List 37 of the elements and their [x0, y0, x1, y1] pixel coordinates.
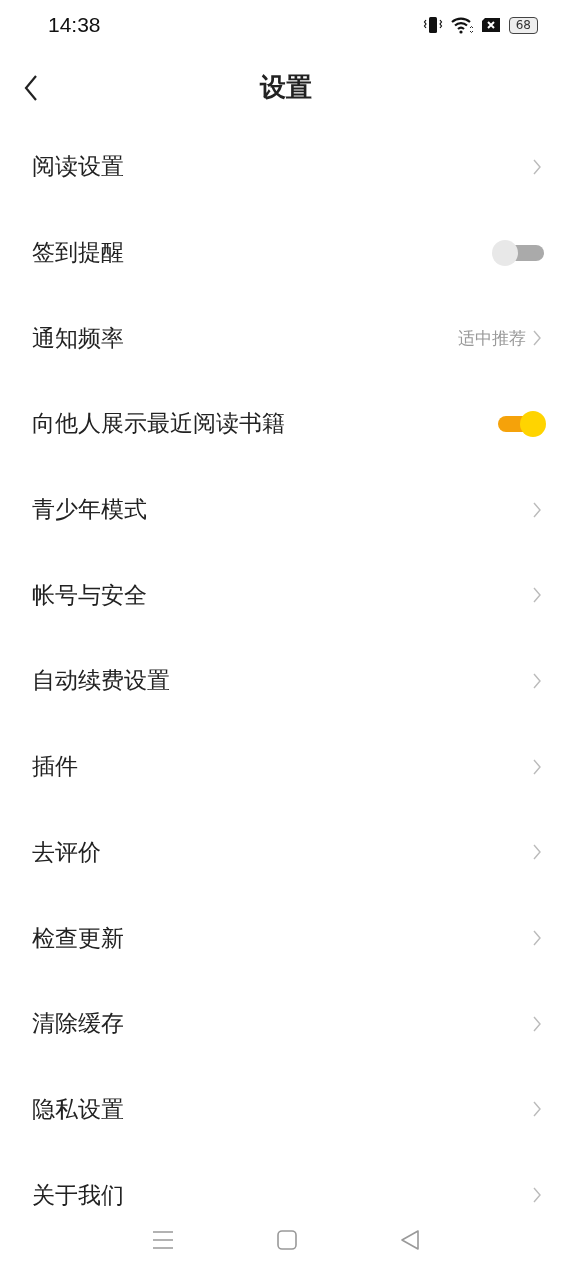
- status-time: 14:38: [48, 13, 101, 37]
- settings-label: 青少年模式: [32, 495, 147, 525]
- settings-item[interactable]: 去评价: [0, 809, 572, 896]
- settings-label: 通知频率: [32, 323, 124, 353]
- settings-item[interactable]: 自动续费设置: [0, 638, 572, 724]
- settings-item[interactable]: 青少年模式: [0, 466, 572, 553]
- settings-label: 检查更新: [32, 923, 124, 953]
- settings-label: 关于我们: [32, 1180, 124, 1210]
- settings-label: 向他人展示最近阅读书籍: [32, 409, 285, 439]
- home-icon[interactable]: [277, 1230, 297, 1250]
- menu-icon[interactable]: [151, 1230, 174, 1250]
- settings-item[interactable]: 隐私设置: [0, 1066, 572, 1153]
- settings-item[interactable]: 阅读设置: [0, 124, 572, 210]
- settings-item[interactable]: 关于我们: [0, 1152, 572, 1238]
- settings-item[interactable]: 帐号与安全: [0, 552, 572, 639]
- vibrate-icon: [422, 16, 443, 34]
- settings-item[interactable]: 签到提醒: [0, 209, 572, 296]
- battery-indicator: 68: [508, 16, 538, 34]
- settings-label: 去评价: [32, 837, 101, 867]
- settings-value: 适中推荐: [458, 326, 526, 350]
- no-sim-icon: [480, 17, 501, 33]
- settings-label: 隐私设置: [32, 1094, 124, 1124]
- settings-item[interactable]: 插件: [0, 723, 572, 810]
- settings-item[interactable]: 向他人展示最近阅读书籍: [0, 381, 572, 467]
- toggle-switch[interactable]: [492, 239, 546, 266]
- settings-item[interactable]: 通知频率 适中推荐: [0, 295, 572, 382]
- settings-label: 签到提醒: [32, 238, 124, 268]
- back-icon[interactable]: [400, 1230, 421, 1250]
- settings-label: 清除缓存: [32, 1009, 124, 1039]
- settings-label: 阅读设置: [32, 152, 124, 182]
- wifi-icon: [450, 16, 473, 34]
- settings-item[interactable]: 清除缓存: [0, 980, 572, 1067]
- settings-item[interactable]: 检查更新: [0, 895, 572, 981]
- settings-label: 帐号与安全: [32, 580, 147, 610]
- settings-label: 自动续费设置: [32, 666, 170, 696]
- page-title: 设置: [260, 70, 312, 104]
- settings-label: 插件: [32, 752, 78, 782]
